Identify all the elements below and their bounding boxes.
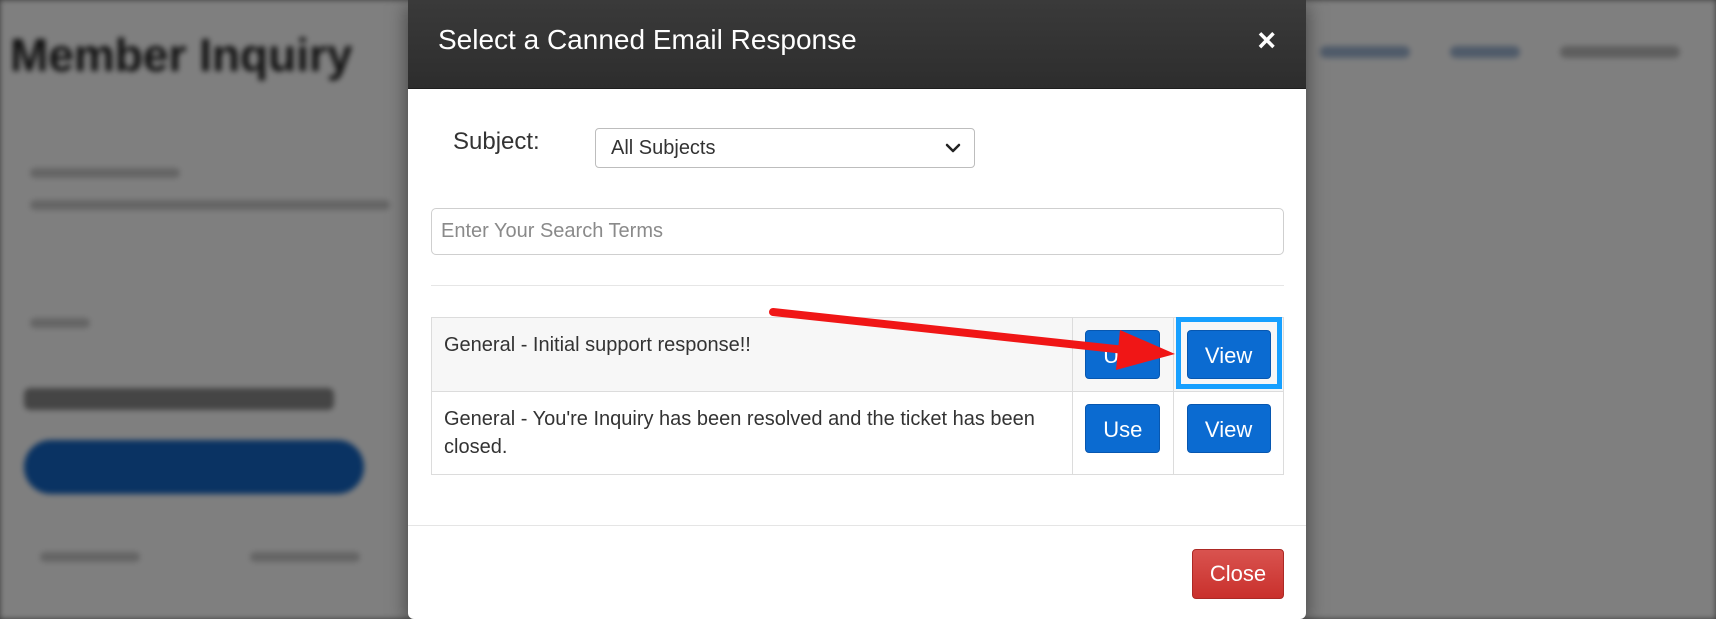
subject-select[interactable]: All Subjects	[595, 128, 975, 168]
modal-header: Select a Canned Email Response ×	[408, 0, 1306, 89]
close-icon[interactable]: ×	[1257, 22, 1276, 58]
modal-title: Select a Canned Email Response	[438, 24, 857, 55]
chevron-down-icon	[945, 143, 961, 153]
search-input[interactable]	[431, 208, 1284, 255]
table-row: General - Initial support response!! Use…	[431, 317, 1284, 392]
close-button[interactable]: Close	[1192, 549, 1284, 599]
subject-label: Subject:	[453, 128, 540, 155]
response-name: General - You're Inquiry has been resolv…	[431, 391, 1073, 475]
canned-response-modal: Select a Canned Email Response × Subject…	[408, 0, 1306, 619]
responses-table: General - Initial support response!! Use…	[431, 317, 1284, 475]
view-button[interactable]: View	[1186, 330, 1271, 379]
response-name: General - Initial support response!!	[431, 317, 1073, 392]
use-button[interactable]: Use	[1085, 330, 1161, 379]
table-row: General - You're Inquiry has been resolv…	[431, 391, 1284, 475]
use-button[interactable]: Use	[1085, 404, 1161, 453]
footer-divider	[408, 525, 1306, 526]
section-divider	[431, 285, 1284, 286]
subject-selected-value: All Subjects	[611, 136, 716, 159]
view-button[interactable]: View	[1186, 404, 1271, 453]
